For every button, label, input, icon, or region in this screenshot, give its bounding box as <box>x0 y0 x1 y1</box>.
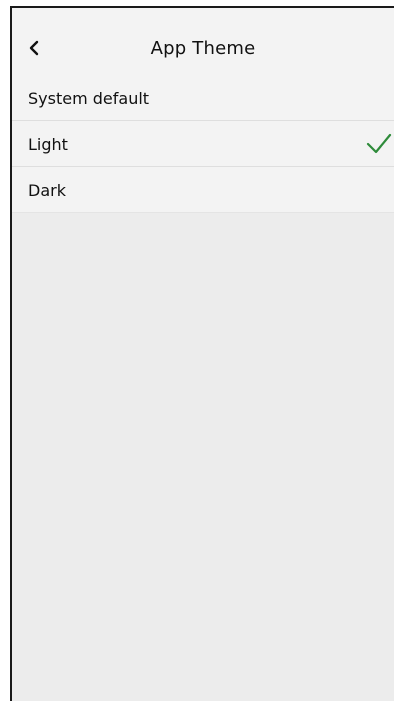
option-dark[interactable]: Dark <box>12 167 394 213</box>
option-light[interactable]: Light <box>12 121 394 167</box>
option-label: System default <box>28 89 150 108</box>
top-bar: App Theme <box>12 8 394 75</box>
page-title: App Theme <box>150 38 256 59</box>
checkmark-icon <box>366 133 392 154</box>
theme-options-list: System default Light Dark <box>12 75 394 213</box>
app-screen: App Theme System default Light Dark <box>10 6 394 701</box>
option-system-default[interactable]: System default <box>12 75 394 121</box>
option-label: Dark <box>28 181 66 200</box>
option-label: Light <box>28 135 68 154</box>
